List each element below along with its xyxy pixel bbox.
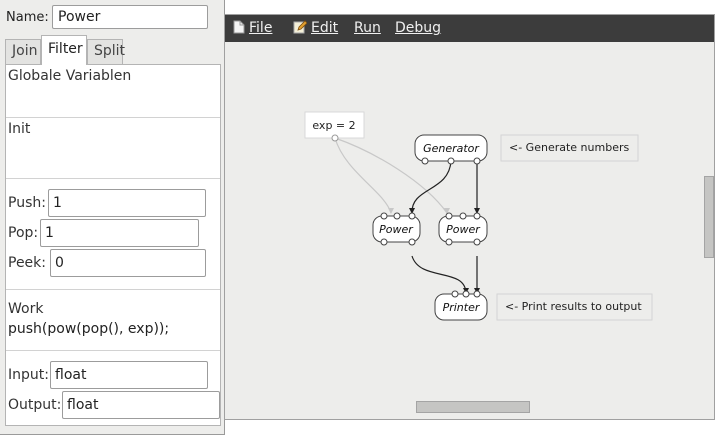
edge-generator-power-a (411, 160, 452, 214)
push-label: Push: (8, 195, 46, 211)
variable-port[interactable] (331, 134, 339, 142)
menu-run[interactable]: Run (354, 20, 381, 36)
tab-join[interactable]: Join (5, 39, 41, 64)
properties-panel: Name: Join Filter Split Globale Variable… (0, 0, 225, 435)
menu-file-label: File (249, 20, 273, 36)
power-b-port-in-3[interactable] (473, 212, 481, 220)
power-b-port-in-1[interactable] (445, 212, 453, 220)
name-input[interactable] (52, 5, 208, 29)
graph-canvas[interactable]: exp = 2 Generator Power Power Printer <-… (225, 42, 703, 406)
push-row: Push: (8, 189, 220, 217)
edge-power-a-printer (411, 255, 467, 294)
generator-port-1[interactable] (421, 157, 429, 165)
work-section[interactable]: Work push(pow(pop(), exp)); (6, 290, 220, 351)
menu-file[interactable]: File (233, 20, 272, 38)
output-row: Output: (8, 391, 220, 419)
horizontal-scrollbar[interactable] (416, 401, 530, 413)
tab-filter[interactable]: Filter (41, 35, 87, 65)
power-b-port-out-2[interactable] (473, 238, 481, 246)
init-title: Init (8, 121, 31, 137)
output-type-field[interactable] (62, 391, 220, 419)
power-b-port-out-1[interactable] (445, 238, 453, 246)
power-node-a[interactable]: Power (372, 212, 421, 246)
printer-port-in-3[interactable] (473, 290, 481, 298)
variable-node[interactable]: exp = 2 (304, 111, 365, 142)
printer-port-in-1[interactable] (451, 290, 459, 298)
printer-node[interactable]: Printer (434, 290, 488, 321)
comment-generate-text: <- Generate numbers (509, 141, 629, 154)
comment-print-text: <- Print results to output (505, 300, 642, 313)
file-icon (233, 20, 245, 38)
menu-debug[interactable]: Debug (395, 20, 441, 36)
name-row: Name: (0, 4, 224, 30)
globals-title: Globale Variablen (8, 68, 132, 84)
power-a-port-in-2[interactable] (393, 212, 401, 220)
pop-label: Pop: (8, 225, 39, 241)
power-a-port-out-1[interactable] (380, 238, 388, 246)
globals-section[interactable]: Globale Variablen (6, 65, 220, 118)
graph-editor-window: File Edit Run Debug exp = 2 Generator Po… (224, 14, 715, 420)
input-row: Input: (8, 361, 220, 389)
menubar: File Edit Run Debug (225, 15, 714, 42)
input-type-field[interactable] (50, 361, 208, 389)
name-label: Name: (6, 10, 49, 25)
pop-input[interactable] (40, 219, 199, 247)
peek-row: Peek: (8, 249, 220, 277)
edit-icon (293, 20, 308, 38)
printer-port-in-2[interactable] (462, 290, 470, 298)
rates-section: Push: Pop: Peek: (6, 179, 220, 290)
menu-edit-label: Edit (311, 20, 339, 36)
peek-label: Peek: (8, 255, 46, 271)
generator-label: Generator (423, 142, 480, 155)
comment-print[interactable]: <- Print results to output (496, 293, 653, 321)
printer-label: Printer (443, 301, 481, 314)
variable-label: exp = 2 (312, 119, 355, 132)
input-type-label: Input: (8, 367, 49, 383)
vertical-scrollbar[interactable] (704, 176, 714, 258)
peek-input[interactable] (50, 249, 206, 277)
tab-split[interactable]: Split (87, 39, 125, 64)
output-type-label: Output: (8, 397, 62, 413)
init-section[interactable]: Init (6, 118, 220, 179)
power-b-port-in-2[interactable] (459, 212, 467, 220)
work-title: Work (8, 301, 44, 317)
power-a-port-in-1[interactable] (380, 212, 388, 220)
menu-edit[interactable]: Edit (293, 20, 338, 38)
work-code: push(pow(pop(), exp)); (8, 321, 170, 337)
generator-node[interactable]: Generator (414, 134, 488, 165)
comment-generate[interactable]: <- Generate numbers (500, 134, 639, 162)
generator-port-3[interactable] (473, 157, 481, 165)
generator-port-2[interactable] (447, 157, 455, 165)
power-a-label: Power (379, 223, 414, 236)
power-a-port-out-2[interactable] (408, 238, 416, 246)
power-a-port-in-3[interactable] (408, 212, 416, 220)
power-b-label: Power (446, 223, 481, 236)
edge-arrow-exp-power-a (388, 208, 394, 214)
graph-svg: exp = 2 Generator Power Power Printer <-… (304, 111, 653, 321)
pop-row: Pop: (8, 219, 220, 247)
power-node-b[interactable]: Power (438, 212, 488, 246)
filter-tab-content: Globale Variablen Init Push: Pop: Peek: … (5, 64, 221, 426)
push-input[interactable] (48, 189, 206, 217)
